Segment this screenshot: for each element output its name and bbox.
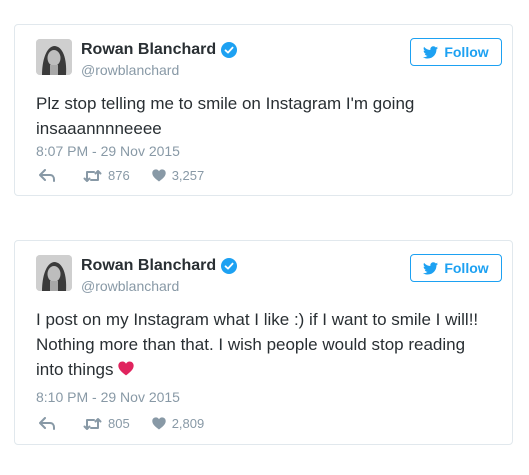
reply-icon[interactable] bbox=[39, 417, 55, 430]
like-button[interactable]: 3,257 bbox=[152, 168, 205, 183]
tweet-text: Plz stop telling me to smile on Instagra… bbox=[36, 91, 492, 141]
follow-label: Follow bbox=[444, 260, 489, 276]
verified-badge-icon bbox=[221, 42, 238, 58]
user-handle[interactable]: @rowblanchard bbox=[81, 62, 179, 78]
twitter-bird-icon bbox=[423, 45, 439, 58]
retweet-count: 876 bbox=[108, 168, 130, 183]
heart-icon bbox=[152, 169, 166, 182]
verified-badge-icon bbox=[221, 258, 238, 274]
red-heart-emoji-icon bbox=[117, 358, 134, 376]
retweet-icon bbox=[83, 169, 102, 182]
tweet-actions: 805 2,809 bbox=[39, 416, 204, 431]
tweet-card: Rowan Blanchard @rowblanchard Follow Plz… bbox=[14, 24, 513, 196]
like-button[interactable]: 2,809 bbox=[152, 416, 205, 431]
twitter-bird-icon bbox=[423, 261, 439, 274]
follow-label: Follow bbox=[444, 44, 489, 60]
user-handle[interactable]: @rowblanchard bbox=[81, 278, 179, 294]
tweet-text-content: I post on my Instagram what I like :) if… bbox=[36, 310, 479, 379]
like-count: 2,809 bbox=[171, 416, 205, 431]
avatar[interactable] bbox=[36, 39, 72, 75]
retweet-count: 805 bbox=[108, 416, 130, 431]
retweet-button[interactable]: 876 bbox=[83, 168, 130, 183]
reply-icon[interactable] bbox=[39, 169, 55, 182]
tweet-text-content: Plz stop telling me to smile on Instagra… bbox=[36, 94, 415, 138]
tweet-text: I post on my Instagram what I like :) if… bbox=[36, 307, 492, 382]
follow-button[interactable]: Follow bbox=[410, 38, 502, 66]
retweet-button[interactable]: 805 bbox=[83, 416, 130, 431]
tweet-card: Rowan Blanchard @rowblanchard Follow I p… bbox=[14, 240, 513, 445]
retweet-icon bbox=[83, 417, 102, 430]
tweet-actions: 876 3,257 bbox=[39, 168, 204, 183]
tweet-timestamp[interactable]: 8:07 PM - 29 Nov 2015 bbox=[36, 143, 180, 159]
avatar[interactable] bbox=[36, 255, 72, 291]
follow-button[interactable]: Follow bbox=[410, 254, 502, 282]
user-name-row[interactable]: Rowan Blanchard bbox=[81, 257, 238, 275]
like-count: 3,257 bbox=[171, 168, 205, 183]
user-name[interactable]: Rowan Blanchard bbox=[81, 257, 216, 275]
user-name[interactable]: Rowan Blanchard bbox=[81, 41, 216, 59]
tweet-timestamp[interactable]: 8:10 PM - 29 Nov 2015 bbox=[36, 389, 180, 405]
user-name-row[interactable]: Rowan Blanchard bbox=[81, 41, 238, 59]
heart-icon bbox=[152, 417, 166, 430]
